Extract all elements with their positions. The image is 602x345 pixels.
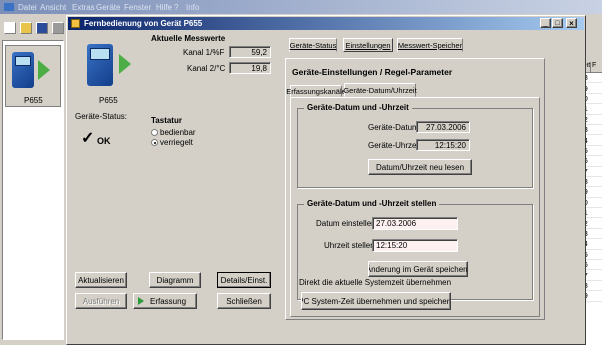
- tab-device-status[interactable]: Geräte-Status: [289, 38, 337, 52]
- bg-menu-5[interactable]: Fenster: [124, 3, 151, 12]
- keyboard-title: Tastatur: [151, 116, 182, 125]
- diagram-button[interactable]: Diagramm: [149, 272, 201, 288]
- window-icon: [71, 19, 80, 28]
- capture-label: Erfassung: [150, 296, 187, 306]
- section-title: Geräte-Einstellungen / Regel-Parameter: [292, 67, 453, 77]
- bg-menu-3[interactable]: Extras: [72, 3, 95, 12]
- keyboard-option-operable[interactable]: bedienbar: [151, 128, 196, 137]
- save-disk-icon[interactable]: [36, 22, 48, 34]
- device-date-value: 27.03.2006: [416, 121, 470, 133]
- settings-panel: Geräte-Einstellungen / Regel-Parameter E…: [285, 58, 545, 320]
- measurement-label-1: Kanal 1/%F: [183, 48, 225, 57]
- save-to-device-button[interactable]: Änderung im Gerät speichern: [368, 261, 468, 277]
- minimize-button[interactable]: _: [540, 18, 551, 28]
- measurements-title: Aktuelle Messwerte: [151, 34, 226, 43]
- device-icon: [87, 44, 113, 86]
- details-button[interactable]: Details/Einst.: [217, 272, 271, 288]
- status-label: Geräte-Status:: [75, 112, 128, 121]
- refresh-button[interactable]: Aktualisieren: [75, 272, 127, 288]
- radio-locked[interactable]: [151, 139, 158, 147]
- bg-menu-4[interactable]: Geräte: [96, 3, 120, 12]
- bg-toolbar: [0, 18, 70, 36]
- device-time-value: 12:15:20: [416, 139, 470, 151]
- radio-operable[interactable]: [151, 129, 158, 137]
- tab-settings[interactable]: Einstellungen: [343, 38, 393, 52]
- device-label: P655: [99, 96, 118, 105]
- bg-device-tile[interactable]: P655: [5, 45, 61, 107]
- bg-device-arrow-icon: [38, 60, 50, 80]
- set-time-input[interactable]: 12:15:20: [372, 239, 458, 252]
- bg-device-label: P655: [24, 96, 43, 105]
- bg-menu-2[interactable]: Ansicht: [40, 3, 66, 12]
- remote-control-window: Fernbedienung von Gerät P655 _ □ × P655 …: [66, 15, 586, 345]
- device-date-label: Geräte-Datum: [368, 123, 419, 132]
- close-window-button[interactable]: Schließen: [217, 293, 271, 309]
- system-time-note: Direkt die aktuelle Systemzeit übernehme…: [299, 278, 452, 287]
- tab-device-datetime[interactable]: Geräte-Datum/Uhrzeit: [343, 83, 417, 97]
- datetime-group-title: Geräte-Datum und -Uhrzeit: [304, 103, 412, 112]
- set-datetime-group-title: Geräte-Datum und -Uhrzeit stellen: [304, 199, 440, 208]
- bg-menu-1[interactable]: Datei: [18, 3, 37, 12]
- measurement-value-1: 59,2: [229, 46, 271, 58]
- bg-device-panel: P655: [2, 40, 64, 340]
- reload-datetime-button[interactable]: Datum/Uhrzeit neu lesen: [368, 159, 472, 175]
- set-time-label: Uhrzeit stellen: [324, 241, 375, 250]
- new-doc-icon[interactable]: [4, 22, 16, 34]
- bg-table-header-f[interactable]: F: [591, 62, 596, 72]
- tab-capture-channels[interactable]: Erfassungskanäle: [286, 85, 346, 97]
- checkmark-icon: ✓: [81, 130, 95, 147]
- close-button[interactable]: ×: [566, 18, 577, 28]
- status-value: OK: [97, 136, 111, 146]
- tab-measurement-memory[interactable]: Messwert-Speicher: [397, 38, 463, 52]
- bg-device-icon: [12, 52, 34, 88]
- execute-button[interactable]: Ausführen: [75, 293, 127, 309]
- bg-menu-8[interactable]: Info: [186, 3, 199, 12]
- window-title: Fernbedienung von Gerät P655: [84, 19, 203, 28]
- set-date-input[interactable]: 27.03.2006: [372, 217, 458, 230]
- apply-system-time-button[interactable]: PC System-Zeit übernehmen und speichern: [301, 292, 451, 310]
- bg-menu-6[interactable]: Hilfe: [156, 3, 172, 12]
- keyboard-option-locked[interactable]: verriegelt: [151, 138, 193, 147]
- capture-button[interactable]: Erfassung: [133, 293, 197, 309]
- maximize-button[interactable]: □: [552, 18, 563, 28]
- open-folder-icon[interactable]: [20, 22, 32, 34]
- play-icon: [138, 297, 144, 305]
- bg-app-icon: [4, 3, 14, 11]
- measurement-label-2: Kanal 2/°C: [187, 64, 226, 73]
- bg-menu-7[interactable]: ?: [174, 3, 178, 12]
- print-icon[interactable]: [52, 22, 64, 34]
- device-arrow-icon: [119, 54, 131, 74]
- datetime-group: Geräte-Datum und -Uhrzeit Geräte-Datum 2…: [297, 103, 533, 188]
- device-image: [83, 40, 133, 92]
- device-time-label: Geräte-Uhrzeit: [368, 141, 421, 150]
- datetime-tab-panel: Geräte-Datum und -Uhrzeit Geräte-Datum 2…: [290, 97, 540, 317]
- set-date-label: Datum einstellen: [316, 219, 376, 228]
- measurement-value-2: 19,8: [229, 62, 271, 74]
- window-title-bar[interactable]: Fernbedienung von Gerät P655 _ □ ×: [68, 17, 584, 30]
